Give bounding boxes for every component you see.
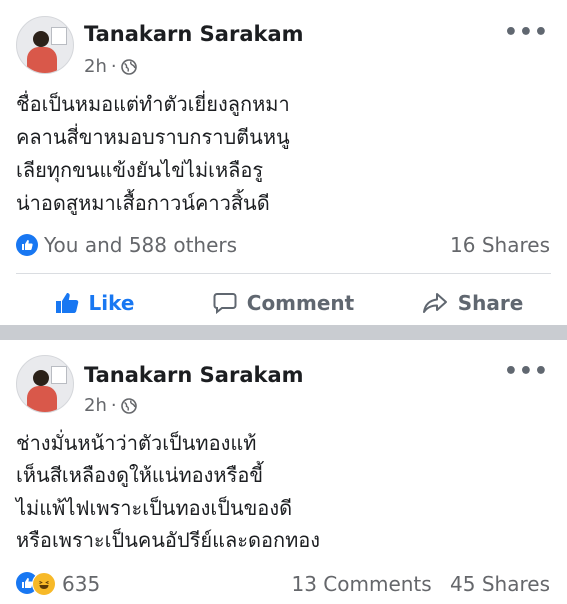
like-reaction-icon xyxy=(16,234,38,256)
post-text-line: น่าอดสูหมาเสื้อกาวน์คาวสิ้นดี xyxy=(16,191,270,215)
post-meta: 2h · xyxy=(84,395,137,416)
reactions-summary[interactable]: You and 588 others xyxy=(16,233,237,257)
reactions-text: You and 588 others xyxy=(44,233,238,257)
share-button[interactable]: Share xyxy=(378,283,567,323)
globe-icon xyxy=(120,397,137,414)
reactions-summary[interactable]: 635 xyxy=(16,572,100,596)
comments-count[interactable]: 13 Comments xyxy=(291,572,431,596)
post-timestamp[interactable]: 2h xyxy=(84,395,107,416)
post-text-line: คลานสี่ขาหมอบราบกราบตีนหนู xyxy=(16,125,290,149)
reactions-count: 635 xyxy=(62,572,101,596)
post-counts: 16 Shares xyxy=(450,233,550,257)
comment-icon xyxy=(213,293,237,314)
comment-button[interactable]: Comment xyxy=(189,283,378,323)
post-card: Tanakarn Sarakam 2h · ••• ช่างมั่นหน้าว่… xyxy=(0,340,567,604)
post-text-line: เลียทุกขนแข้งยันไข่ไม่เหลือรู xyxy=(16,158,264,182)
author-avatar[interactable] xyxy=(16,16,74,74)
thumbs-up-icon xyxy=(55,293,78,313)
divider xyxy=(16,273,551,274)
more-options-icon[interactable]: ••• xyxy=(504,20,549,45)
like-button[interactable]: Like xyxy=(0,283,189,323)
like-label: Like xyxy=(88,291,135,315)
more-options-icon[interactable]: ••• xyxy=(504,359,549,384)
author-avatar[interactable] xyxy=(16,355,74,413)
post-counts: 13 Comments 45 Shares xyxy=(291,572,550,596)
post-timestamp[interactable]: 2h xyxy=(84,56,107,77)
author-name[interactable]: Tanakarn Sarakam xyxy=(84,22,304,46)
post-card: Tanakarn Sarakam 2h · ••• ชื่อเป็นหมอแต่… xyxy=(0,0,567,325)
post-text-line: เห็นสีเหลืองดูให้แน่ทองหรือขี้ xyxy=(16,463,264,487)
post-actions: Like Comment Share xyxy=(0,283,567,323)
post-meta: 2h · xyxy=(84,56,137,77)
shares-count[interactable]: 45 Shares xyxy=(450,572,550,596)
shares-count[interactable]: 16 Shares xyxy=(450,233,550,257)
globe-icon xyxy=(120,58,137,75)
share-label: Share xyxy=(457,291,524,315)
post-text-line: ไม่แพ้ไฟเพราะเป็นทองเป็นของดี xyxy=(16,496,293,520)
post-text-line: หรือเพราะเป็นคนอัปรีย์และดอกทอง xyxy=(16,528,321,552)
author-name[interactable]: Tanakarn Sarakam xyxy=(84,363,304,387)
comment-label: Comment xyxy=(246,291,355,315)
haha-reaction-icon xyxy=(32,572,56,596)
post-text-line: ช่างมั่นหน้าว่าตัวเป็นทองแท้ xyxy=(16,431,257,455)
feed-separator xyxy=(0,325,567,340)
share-arrow-icon xyxy=(422,293,447,313)
post-text-line: ชื่อเป็นหมอแต่ทำตัวเยี่ยงลูกหมา xyxy=(16,92,290,116)
